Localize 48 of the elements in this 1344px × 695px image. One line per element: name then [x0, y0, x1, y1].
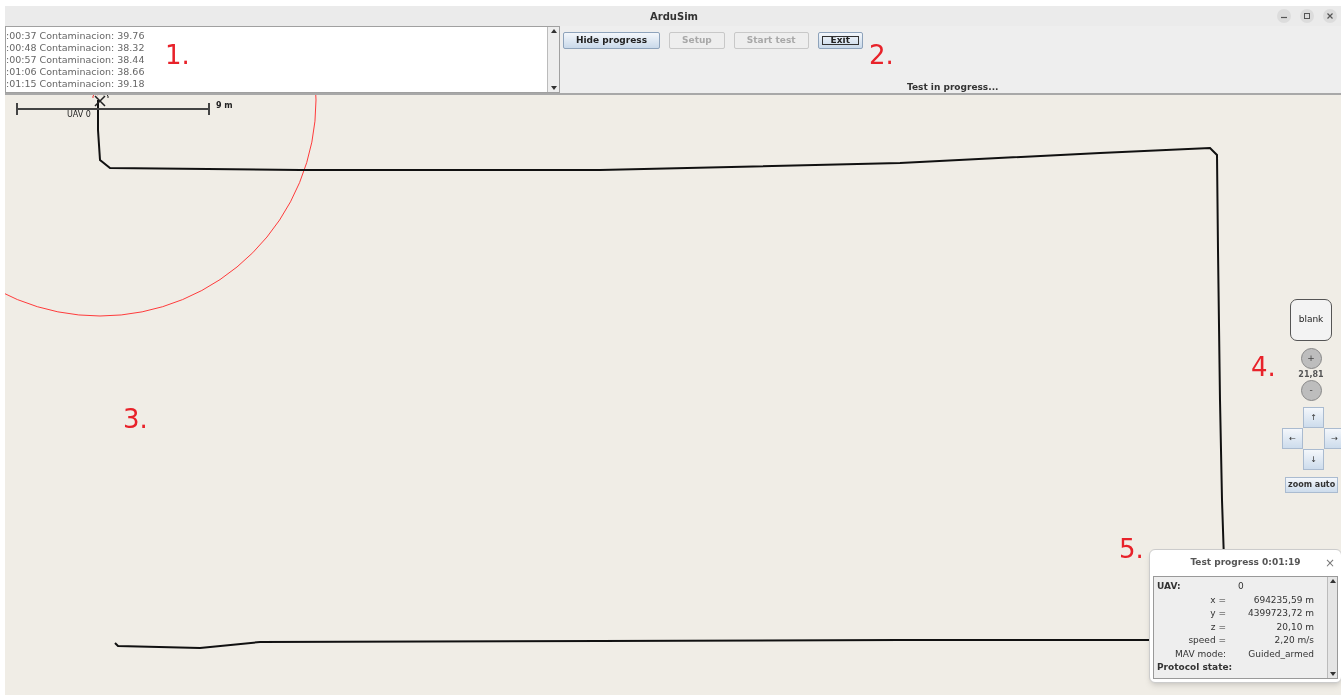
- status-text: Test in progress...: [906, 81, 1000, 93]
- zoom-level: 21,81: [1298, 369, 1324, 380]
- field-value: 4399723,72 m: [1246, 607, 1314, 620]
- scroll-down-icon[interactable]: [1328, 670, 1337, 678]
- scroll-down-icon[interactable]: [549, 84, 558, 92]
- log-line: :01:15 Contaminacion: 39.18: [6, 78, 145, 90]
- field-label: x =: [1209, 593, 1226, 607]
- arrow-button[interactable]: ↑: [1303, 407, 1324, 428]
- field-value: 2,20 m/s: [1273, 634, 1314, 647]
- progress-title: Test progress 0:01:19: [1190, 556, 1301, 570]
- close-icon[interactable]: [1323, 9, 1337, 23]
- scale-label: 9 m: [216, 100, 233, 112]
- arrow-button[interactable]: ↓: [1303, 449, 1324, 470]
- field-label: Protocol state:: [1156, 661, 1233, 674]
- action-button[interactable]: Hide progress: [563, 32, 661, 49]
- field-value: 20,10 m: [1275, 620, 1314, 634]
- minimize-icon[interactable]: [1277, 9, 1291, 23]
- drone-icon: [92, 95, 109, 107]
- scroll-up-icon[interactable]: [1328, 577, 1337, 585]
- zoom-in-button[interactable]: +: [1300, 348, 1322, 369]
- log-line: :00:37 Contaminacion: 39.76: [6, 30, 145, 42]
- field-value: 0: [1237, 580, 1244, 593]
- field-label: speed =: [1187, 634, 1226, 647]
- field-value: Guided_armed: [1247, 647, 1314, 661]
- log-line: :01:06 Contaminacion: 38.66: [6, 66, 145, 78]
- uav-label: UAV 0: [67, 109, 91, 121]
- annotation-label: 3.: [123, 406, 148, 432]
- log-line: :00:57 Contaminacion: 38.44: [6, 54, 145, 66]
- field-value: 694235,59 m: [1252, 593, 1314, 607]
- arrow-button[interactable]: →: [1324, 428, 1341, 449]
- annotation-label: 2.: [869, 42, 894, 68]
- zoom-auto-button[interactable]: zoom auto: [1285, 477, 1339, 493]
- zoom-out-button[interactable]: -: [1300, 380, 1322, 401]
- scrollbar[interactable]: [1327, 577, 1337, 678]
- window-title: ArduSim: [650, 9, 698, 24]
- scrollbar[interactable]: [547, 27, 559, 92]
- close-button[interactable]: ×: [1324, 557, 1335, 569]
- maximize-icon[interactable]: [1300, 9, 1314, 23]
- log-line: :00:48 Contaminacion: 38.32: [6, 42, 145, 54]
- field-label: z =: [1209, 620, 1226, 634]
- annotation-label: 5.: [1119, 536, 1144, 562]
- field-label: y =: [1209, 607, 1226, 620]
- annotation-label: 4.: [1251, 354, 1276, 380]
- annotation-label: 1.: [165, 42, 190, 68]
- field-label: UAV:: [1156, 580, 1182, 593]
- blank-button[interactable]: blank: [1290, 299, 1332, 341]
- arrow-button[interactable]: ←: [1282, 428, 1303, 449]
- field-label: MAV mode:: [1174, 647, 1226, 661]
